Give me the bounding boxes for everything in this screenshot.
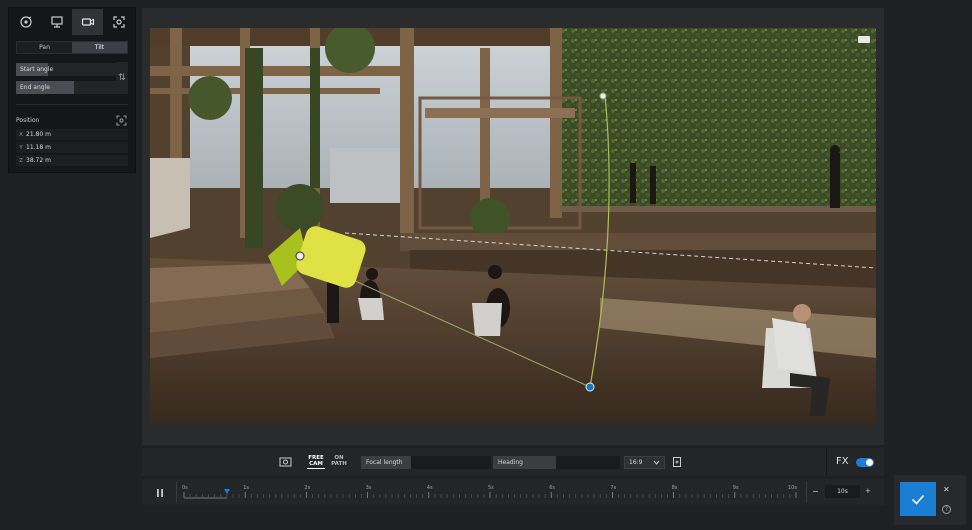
on-path-toggle[interactable]: ON PATH	[330, 455, 348, 467]
close-button[interactable]: ✕	[943, 485, 950, 494]
orbit-icon	[19, 16, 32, 28]
panel-divider	[16, 104, 128, 105]
tilt-option[interactable]: Tilt	[72, 42, 127, 53]
camera-view-icon	[279, 457, 291, 467]
position-z-field[interactable]: Z 38.72 m	[16, 155, 128, 166]
fx-label: FX	[836, 456, 849, 467]
timeline-tick-label: 6s	[549, 485, 555, 491]
tab-screen[interactable]	[41, 9, 72, 35]
free-cam-line2: CAM	[309, 461, 323, 467]
render-viewport[interactable]	[150, 28, 876, 424]
position-target-button[interactable]	[115, 114, 127, 126]
axis-label: Y	[19, 144, 23, 151]
start-angle-label: Start angle	[20, 66, 54, 73]
timeline-tick-label: 2s	[304, 485, 311, 491]
snapshot-button[interactable]	[278, 455, 292, 469]
confirm-button[interactable]	[900, 482, 936, 516]
pan-option[interactable]: Pan	[17, 42, 72, 53]
swap-arrows-icon: ⇅	[118, 73, 126, 83]
frame-size-icon	[673, 457, 681, 467]
timeline-tick-label: 9s	[732, 485, 739, 491]
focal-length-label: Focal length	[361, 456, 411, 469]
focus-icon	[112, 16, 125, 28]
end-angle-label: End angle	[20, 84, 50, 91]
position-x-field[interactable]: X 21.80 m	[16, 129, 128, 140]
axis-value: 38.72 m	[26, 157, 51, 164]
pan-tilt-toggle: Pan Tilt	[16, 41, 128, 54]
tab-camera[interactable]	[72, 9, 103, 35]
aspect-ratio-value: 16:9	[629, 459, 643, 466]
timeline-tick-label: 8s	[671, 485, 678, 491]
crosshair-icon	[116, 115, 126, 125]
axis-value: 11.18 m	[26, 144, 51, 151]
fx-panel	[826, 448, 884, 476]
timeline-divider	[176, 482, 177, 502]
timeline-ruler	[183, 492, 797, 498]
timeline-progress	[184, 497, 227, 499]
position-title: Position	[16, 117, 40, 124]
end-angle-slider[interactable]: End angle	[16, 81, 116, 94]
fx-toggle[interactable]	[856, 458, 874, 467]
screen-icon	[50, 16, 63, 28]
timeline-playhead[interactable]	[223, 489, 230, 495]
duration-plus-button[interactable]: +	[865, 487, 871, 495]
position-y-field[interactable]: Y 11.18 m	[16, 142, 128, 153]
heading-slider[interactable]	[556, 456, 620, 469]
viewport-corner-button[interactable]	[858, 36, 870, 43]
camera-mode-tabs	[10, 9, 134, 35]
timeline-tick-label: 1s	[243, 485, 249, 491]
timeline-tick-label: 7s	[610, 485, 617, 491]
pause-icon	[157, 489, 163, 497]
camera-icon	[81, 18, 94, 26]
timeline-track[interactable]	[182, 492, 800, 498]
axis-label: Z	[19, 157, 23, 164]
axis-label: X	[19, 131, 23, 138]
tab-orbit[interactable]	[10, 9, 41, 35]
duration-field[interactable]: 10s	[825, 485, 860, 498]
chevron-down-icon	[653, 460, 660, 465]
duration-minus-button[interactable]: −	[812, 487, 819, 496]
play-pause-button[interactable]	[150, 484, 170, 502]
timeline-tick-label: 10s	[788, 485, 797, 491]
timeline-tick-label: 0s	[182, 485, 188, 491]
aspect-ratio-select[interactable]: 16:9	[624, 456, 665, 469]
timeline-tick-label: 4s	[426, 485, 433, 491]
heading-label: Heading	[493, 456, 556, 469]
timeline-tick-label: 3s	[365, 485, 372, 491]
on-path-line2: PATH	[331, 461, 347, 467]
swap-angles-button[interactable]: ⇅	[116, 62, 128, 94]
focal-length-slider[interactable]	[411, 456, 491, 469]
scene-render	[150, 28, 876, 424]
start-angle-slider[interactable]: Start angle	[16, 63, 116, 76]
tab-focus[interactable]	[103, 9, 134, 35]
checkmark-icon	[911, 494, 925, 505]
resolution-button[interactable]	[672, 456, 682, 468]
playhead-marker-icon	[223, 489, 230, 494]
duration-divider	[806, 482, 807, 502]
axis-value: 21.80 m	[26, 131, 51, 138]
free-cam-toggle[interactable]: FREE CAM	[307, 455, 325, 469]
timeline-tick-label: 5s	[488, 485, 494, 491]
fx-toggle-knob	[866, 459, 873, 466]
help-button[interactable]: ?	[942, 505, 951, 514]
